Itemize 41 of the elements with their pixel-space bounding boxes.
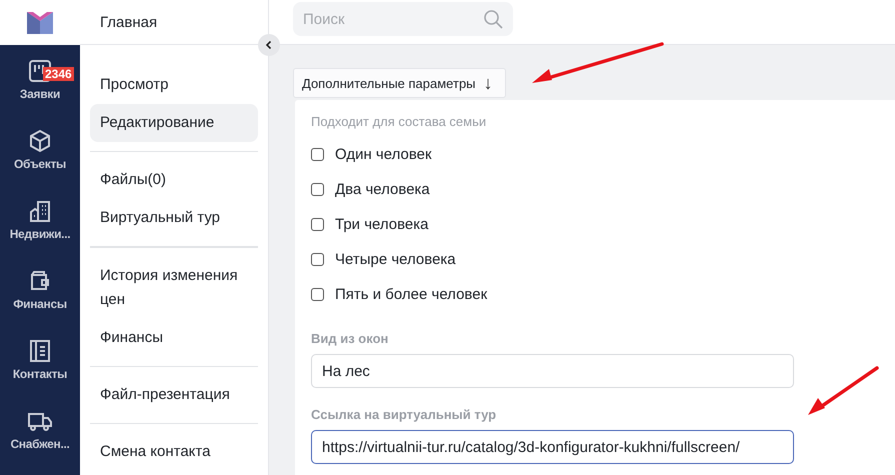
- contacts-book-icon: [28, 339, 52, 363]
- rail-item[interactable]: Контакты: [12, 367, 68, 381]
- text-field[interactable]: https://virtualnii-tur.ru/catalog/3d-konfigurator-kukhni/fullscreen/: [311, 430, 794, 464]
- collapse-button[interactable]: [258, 34, 280, 56]
- count-badge: 2346: [43, 67, 74, 81]
- chevron-left-icon: [264, 40, 274, 50]
- sidebar-item[interactable]: Виртуальный тур: [90, 199, 258, 237]
- field-label: Вид из окон: [311, 331, 390, 346]
- checkbox[interactable]: [311, 253, 324, 266]
- rail-item[interactable]: Заявки: [20, 87, 60, 101]
- arrow-drawing: [808, 366, 879, 415]
- checkbox-label: Два человека: [335, 181, 430, 198]
- field-label: Ссылка на виртуальный тур: [311, 407, 498, 422]
- cube-icon: [28, 129, 52, 153]
- search-icon: [483, 9, 503, 29]
- sidebar-item[interactable]: Смена контакта: [90, 433, 258, 471]
- checkbox[interactable]: [311, 218, 324, 231]
- sidebar-item[interactable]: Файлы(0): [90, 161, 258, 199]
- wallet-icon: [28, 269, 52, 293]
- checkbox[interactable]: [311, 183, 324, 196]
- sidebar-item[interactable]: Просмотр: [90, 66, 258, 104]
- rail-item[interactable]: Недвижи...: [10, 227, 70, 241]
- text-field[interactable]: На лес: [311, 354, 794, 388]
- checkbox-label: Один человек: [335, 146, 432, 163]
- checkbox-label: Пять и более человек: [335, 286, 488, 303]
- sidebar-item[interactable]: История изменения цен: [90, 257, 258, 319]
- section-label: Подходит для состава семьи: [311, 114, 488, 129]
- checkbox[interactable]: [311, 148, 324, 161]
- checkbox[interactable]: [311, 288, 324, 301]
- sidebar-item[interactable]: Редактирование: [90, 104, 258, 142]
- extra-parameters-button[interactable]: Дополнительные параметры ↓: [293, 68, 506, 98]
- rail-item[interactable]: Снабжен...: [10, 437, 70, 451]
- sidebar-item[interactable]: Финансы: [90, 319, 258, 357]
- logo-icon[interactable]: [27, 12, 53, 34]
- rail-item[interactable]: Объекты: [14, 157, 66, 171]
- search-field[interactable]: Поиск: [293, 2, 513, 36]
- rail-item[interactable]: Финансы: [13, 297, 67, 311]
- building-icon: [28, 199, 52, 223]
- sidebar-item[interactable]: Файл-презентация: [90, 376, 258, 414]
- checkbox-label: Четыре человека: [335, 251, 456, 268]
- checkbox-label: Три человека: [335, 216, 429, 233]
